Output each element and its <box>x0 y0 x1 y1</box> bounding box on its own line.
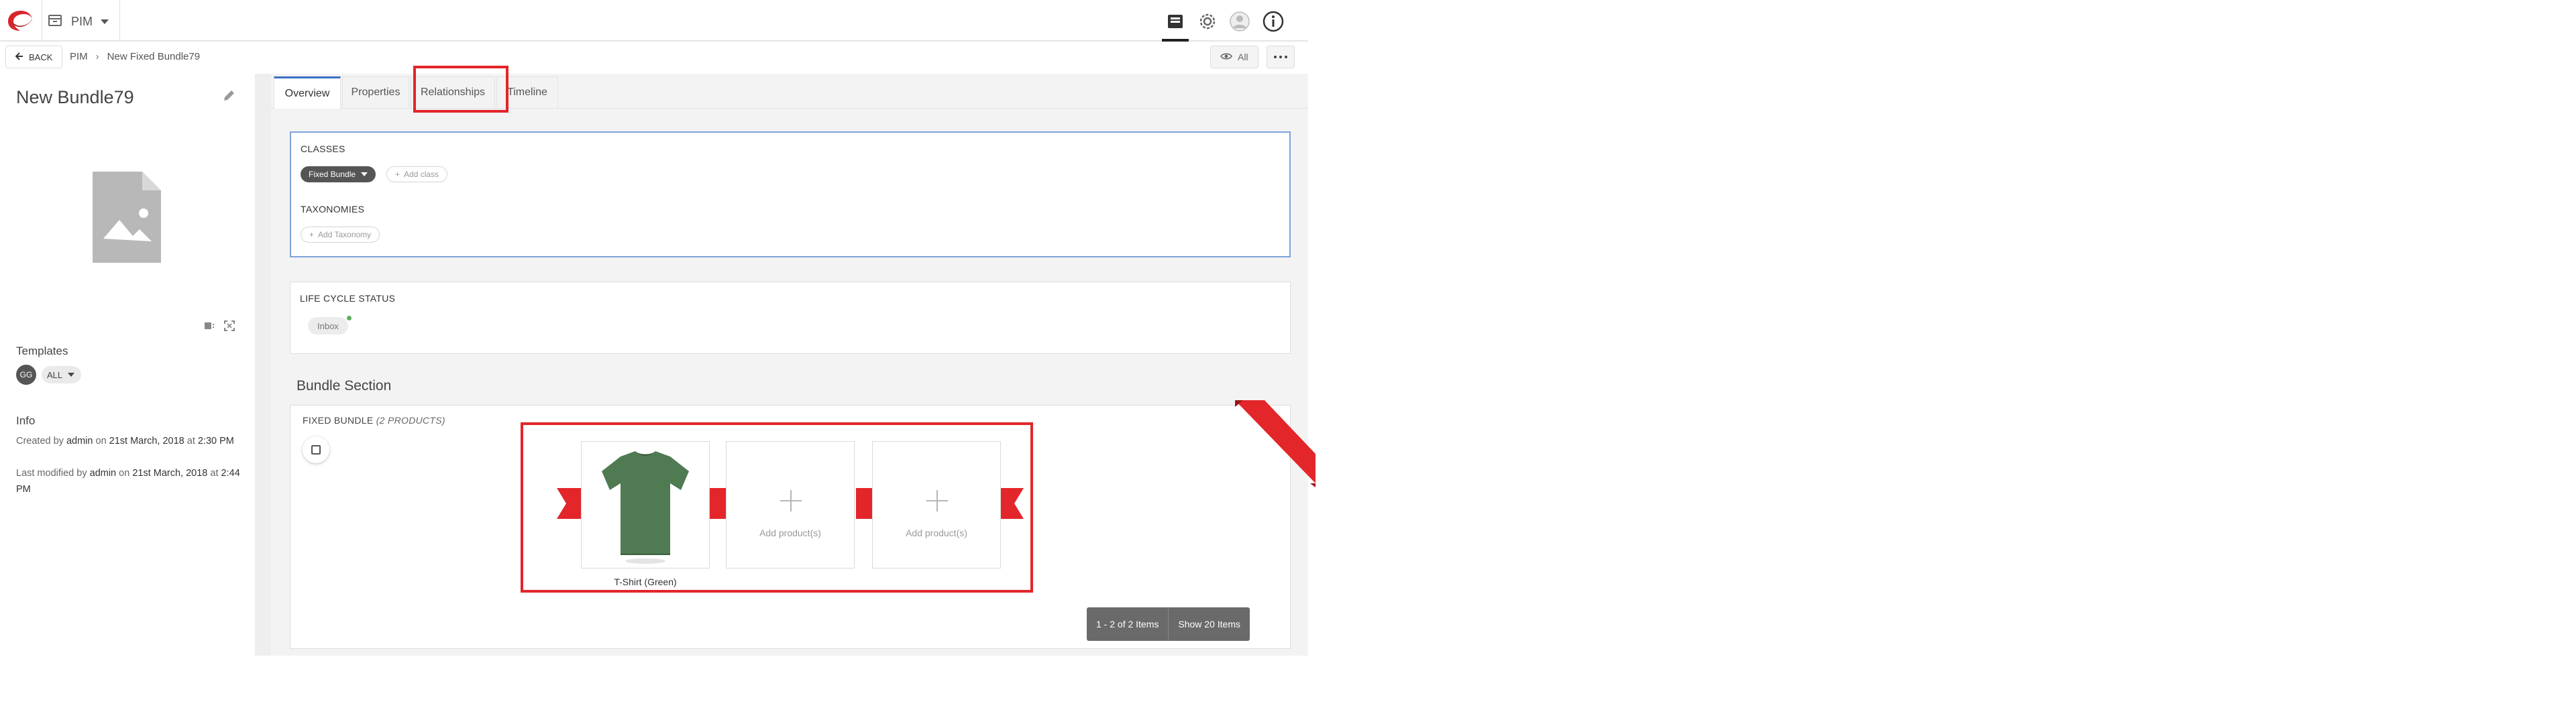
chevron-down-icon <box>68 373 75 377</box>
tshirt-image <box>602 451 689 564</box>
add-product-label[interactable]: Add product(s) <box>727 528 854 538</box>
pagination: 1 - 2 of 2 Items Show 20 Items <box>1087 607 1250 641</box>
modified-date: 21st March, 2018 <box>132 468 208 479</box>
taxonomies-title: TAXONOMIES <box>301 204 365 215</box>
logo-icon[interactable] <box>5 8 36 34</box>
app-switcher[interactable]: PIM <box>47 12 109 31</box>
created-info: Created by admin on 21st March, 2018 at … <box>16 433 244 449</box>
breadcrumb-item-pim[interactable]: PIM <box>70 51 88 62</box>
view-filter-button[interactable]: All <box>1210 46 1258 68</box>
plus-icon: + <box>309 230 315 239</box>
status-badge[interactable]: Inbox <box>308 317 348 335</box>
product-caption: T-Shirt (Green) <box>614 577 677 587</box>
plus-icon[interactable] <box>780 490 802 511</box>
class-chip-fixed-bundle[interactable]: Fixed Bundle <box>301 166 376 182</box>
chevron-down-icon <box>361 172 368 176</box>
ribbon-tail-left <box>557 488 584 522</box>
add-class-button[interactable]: + Add class <box>386 166 448 182</box>
breadcrumb: PIM › New Fixed Bundle79 <box>70 51 200 62</box>
templates-value: ALL <box>47 369 63 380</box>
select-all-checkbox[interactable] <box>303 436 329 463</box>
add-product-slot[interactable]: Add product(s) <box>726 441 855 568</box>
created-time: 2:30 PM <box>197 436 234 446</box>
breadcrumb-item-current: New Fixed Bundle79 <box>107 51 201 62</box>
tab-overview[interactable]: Overview <box>274 76 341 109</box>
eye-icon <box>1220 52 1232 62</box>
plus-icon: + <box>395 170 400 179</box>
page-size-button[interactable]: Show 20 Items <box>1168 607 1250 641</box>
tab-timeline[interactable]: Timeline <box>496 76 558 107</box>
more-dot <box>1279 56 1282 58</box>
gallery-icon[interactable] <box>204 320 215 335</box>
templates-selector: GG ALL <box>16 365 82 385</box>
lifecycle-card: LIFE CYCLE STATUS Inbox <box>290 282 1291 354</box>
classes-title: CLASSES <box>301 143 345 154</box>
add-class-label: Add class <box>404 170 439 179</box>
info-label: Info <box>16 414 36 427</box>
modified-info: Last modified by admin on 21st March, 20… <box>16 465 244 497</box>
add-product-label[interactable]: Add product(s) <box>873 528 1000 538</box>
templates-dropdown[interactable]: ALL <box>42 366 82 383</box>
templates-avatar: GG <box>16 365 36 385</box>
app-name: PIM <box>71 14 93 28</box>
classes-card: CLASSES Fixed Bundle + Add class TAXONOM… <box>290 131 1291 257</box>
created-at-text: at <box>186 436 195 446</box>
app-window: PIM BACK PIM › New Fixed Bundle79 All Ne… <box>0 0 1316 656</box>
expand-icon[interactable] <box>224 320 235 335</box>
created-prefix: Created by <box>16 436 64 446</box>
back-button-label: BACK <box>29 52 53 62</box>
bundle-product-slot[interactable] <box>581 441 710 568</box>
pencil-icon[interactable] <box>221 88 236 103</box>
checkbox-box <box>311 445 321 455</box>
tab-bar: Overview Properties Relationships Timeli… <box>271 74 1308 109</box>
status-indicator-dot <box>347 316 352 320</box>
modified-prefix: Last modified by <box>16 468 87 479</box>
info-icon[interactable] <box>1260 8 1287 35</box>
bundle-type: FIXED BUNDLE <box>303 415 374 426</box>
created-on-text: on <box>95 436 107 446</box>
add-product-slot[interactable]: Add product(s) <box>872 441 1001 568</box>
bundle-label: FIXED BUNDLE (2 PRODUCTS) <box>303 415 445 426</box>
more-dot <box>1285 56 1287 58</box>
add-taxonomy-button[interactable]: + Add Taxonomy <box>301 227 380 243</box>
image-placeholder-icon[interactable] <box>93 172 161 263</box>
lifecycle-title: LIFE CYCLE STATUS <box>300 293 396 304</box>
app-icon <box>47 12 63 32</box>
class-chip-label: Fixed Bundle <box>309 170 356 179</box>
modified-at-text: at <box>210 468 219 479</box>
gear-icon[interactable] <box>1194 8 1221 35</box>
bundle-count: (2 PRODUCTS) <box>376 415 445 426</box>
back-button[interactable]: BACK <box>5 46 63 68</box>
ribbon-connector <box>856 488 872 519</box>
modified-user: admin <box>89 468 117 479</box>
tab-relationships[interactable]: Relationships <box>411 76 495 107</box>
image-tools <box>204 320 235 335</box>
divider <box>119 0 120 42</box>
templates-label: Templates <box>16 345 68 357</box>
add-taxonomy-label: Add Taxonomy <box>318 230 372 239</box>
arrow-left-icon <box>15 52 23 62</box>
breadcrumb-bar: BACK PIM › New Fixed Bundle79 All <box>0 43 1308 72</box>
ribbon-tail-right <box>1001 488 1024 522</box>
panel-separator <box>255 74 271 656</box>
chevron-right-icon: › <box>95 51 99 62</box>
created-user: admin <box>66 436 93 446</box>
top-bar: PIM <box>0 0 1308 42</box>
tab-properties[interactable]: Properties <box>342 76 409 107</box>
more-options-button[interactable] <box>1267 46 1295 68</box>
corner-ribbon <box>1235 400 1316 487</box>
left-panel: New Bundle79 Templates GG ALL Info Creat… <box>0 74 255 656</box>
product-title: New Bundle79 <box>16 87 134 107</box>
plus-icon[interactable] <box>926 490 948 511</box>
modified-on-text: on <box>119 468 130 479</box>
bundle-section-heading: Bundle Section <box>297 378 392 394</box>
chevron-down-icon <box>101 19 109 24</box>
more-dot <box>1274 56 1277 58</box>
ribbon-connector <box>710 488 726 519</box>
pager-count: 1 - 2 of 2 Items <box>1096 619 1159 629</box>
inbox-icon[interactable] <box>1162 8 1189 42</box>
created-date: 21st March, 2018 <box>109 436 184 446</box>
user-avatar-icon[interactable] <box>1226 8 1253 35</box>
view-filter-label: All <box>1238 52 1248 62</box>
